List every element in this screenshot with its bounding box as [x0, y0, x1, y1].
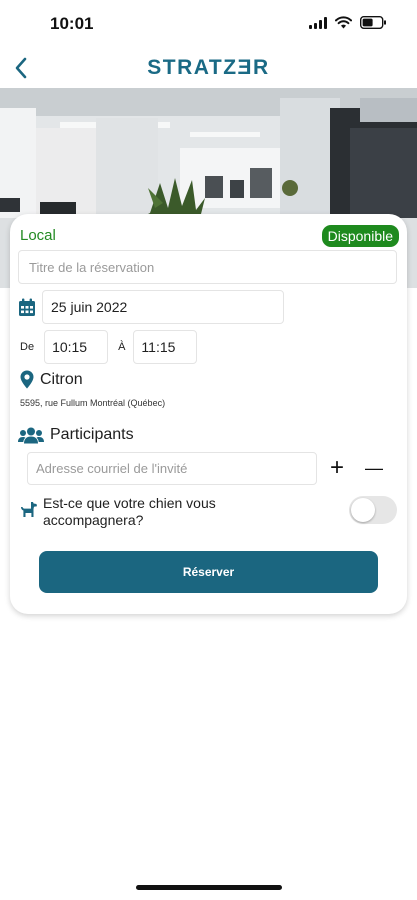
dog-toggle[interactable]	[349, 496, 397, 524]
dog-question-text: Est-ce que votre chien vous accompagnera…	[43, 495, 216, 528]
map-pin-icon	[20, 370, 34, 389]
app-header: STRATZƎR	[0, 50, 417, 88]
dog-question-row: Est-ce que votre chien vous accompagnera…	[20, 495, 320, 529]
status-time: 10:01	[50, 14, 94, 33]
location-name: Citron	[40, 370, 83, 388]
wifi-icon	[335, 16, 352, 29]
location-address: 5595, rue Fullum Montréal (Québec)	[20, 398, 166, 408]
battery-icon	[360, 16, 386, 29]
brand-logo: STRATZƎR	[147, 56, 270, 79]
location-row: Citron	[20, 370, 83, 389]
end-time-field[interactable]: 11:15	[133, 330, 198, 364]
add-participant-button[interactable]: +	[325, 454, 349, 482]
status-bar: 10:01	[0, 0, 417, 50]
start-time-field[interactable]: 10:15	[44, 330, 109, 364]
toggle-knob	[351, 498, 375, 522]
guest-email-input[interactable]	[27, 452, 317, 485]
time-to-label: À	[118, 341, 126, 353]
time-row: De 10:15 À 11:15	[20, 330, 198, 364]
room-label: Local	[20, 227, 56, 244]
dog-icon	[21, 502, 37, 517]
date-row: 25 juin 2022	[18, 290, 284, 324]
users-icon	[18, 427, 44, 443]
participants-label: Participants	[50, 426, 134, 443]
status-icons	[309, 16, 387, 29]
calendar-icon	[19, 298, 35, 316]
booking-card: Local Disponible 25 juin 2022 De 10:15 À…	[10, 214, 407, 614]
date-field[interactable]: 25 juin 2022	[42, 290, 284, 324]
reservation-title-input[interactable]	[18, 250, 397, 284]
reserve-button[interactable]: Réserver	[39, 551, 378, 593]
reservation-screen: 10:01 STRATZƎR Local Disponible Titre de…	[0, 0, 417, 900]
home-indicator	[136, 885, 282, 890]
participants-row: Participants	[18, 426, 134, 444]
availability-badge: Disponible	[321, 225, 399, 247]
cellular-signal-icon	[309, 16, 327, 29]
time-from-label: De	[20, 341, 35, 353]
remove-participant-button[interactable]: —	[362, 454, 386, 482]
